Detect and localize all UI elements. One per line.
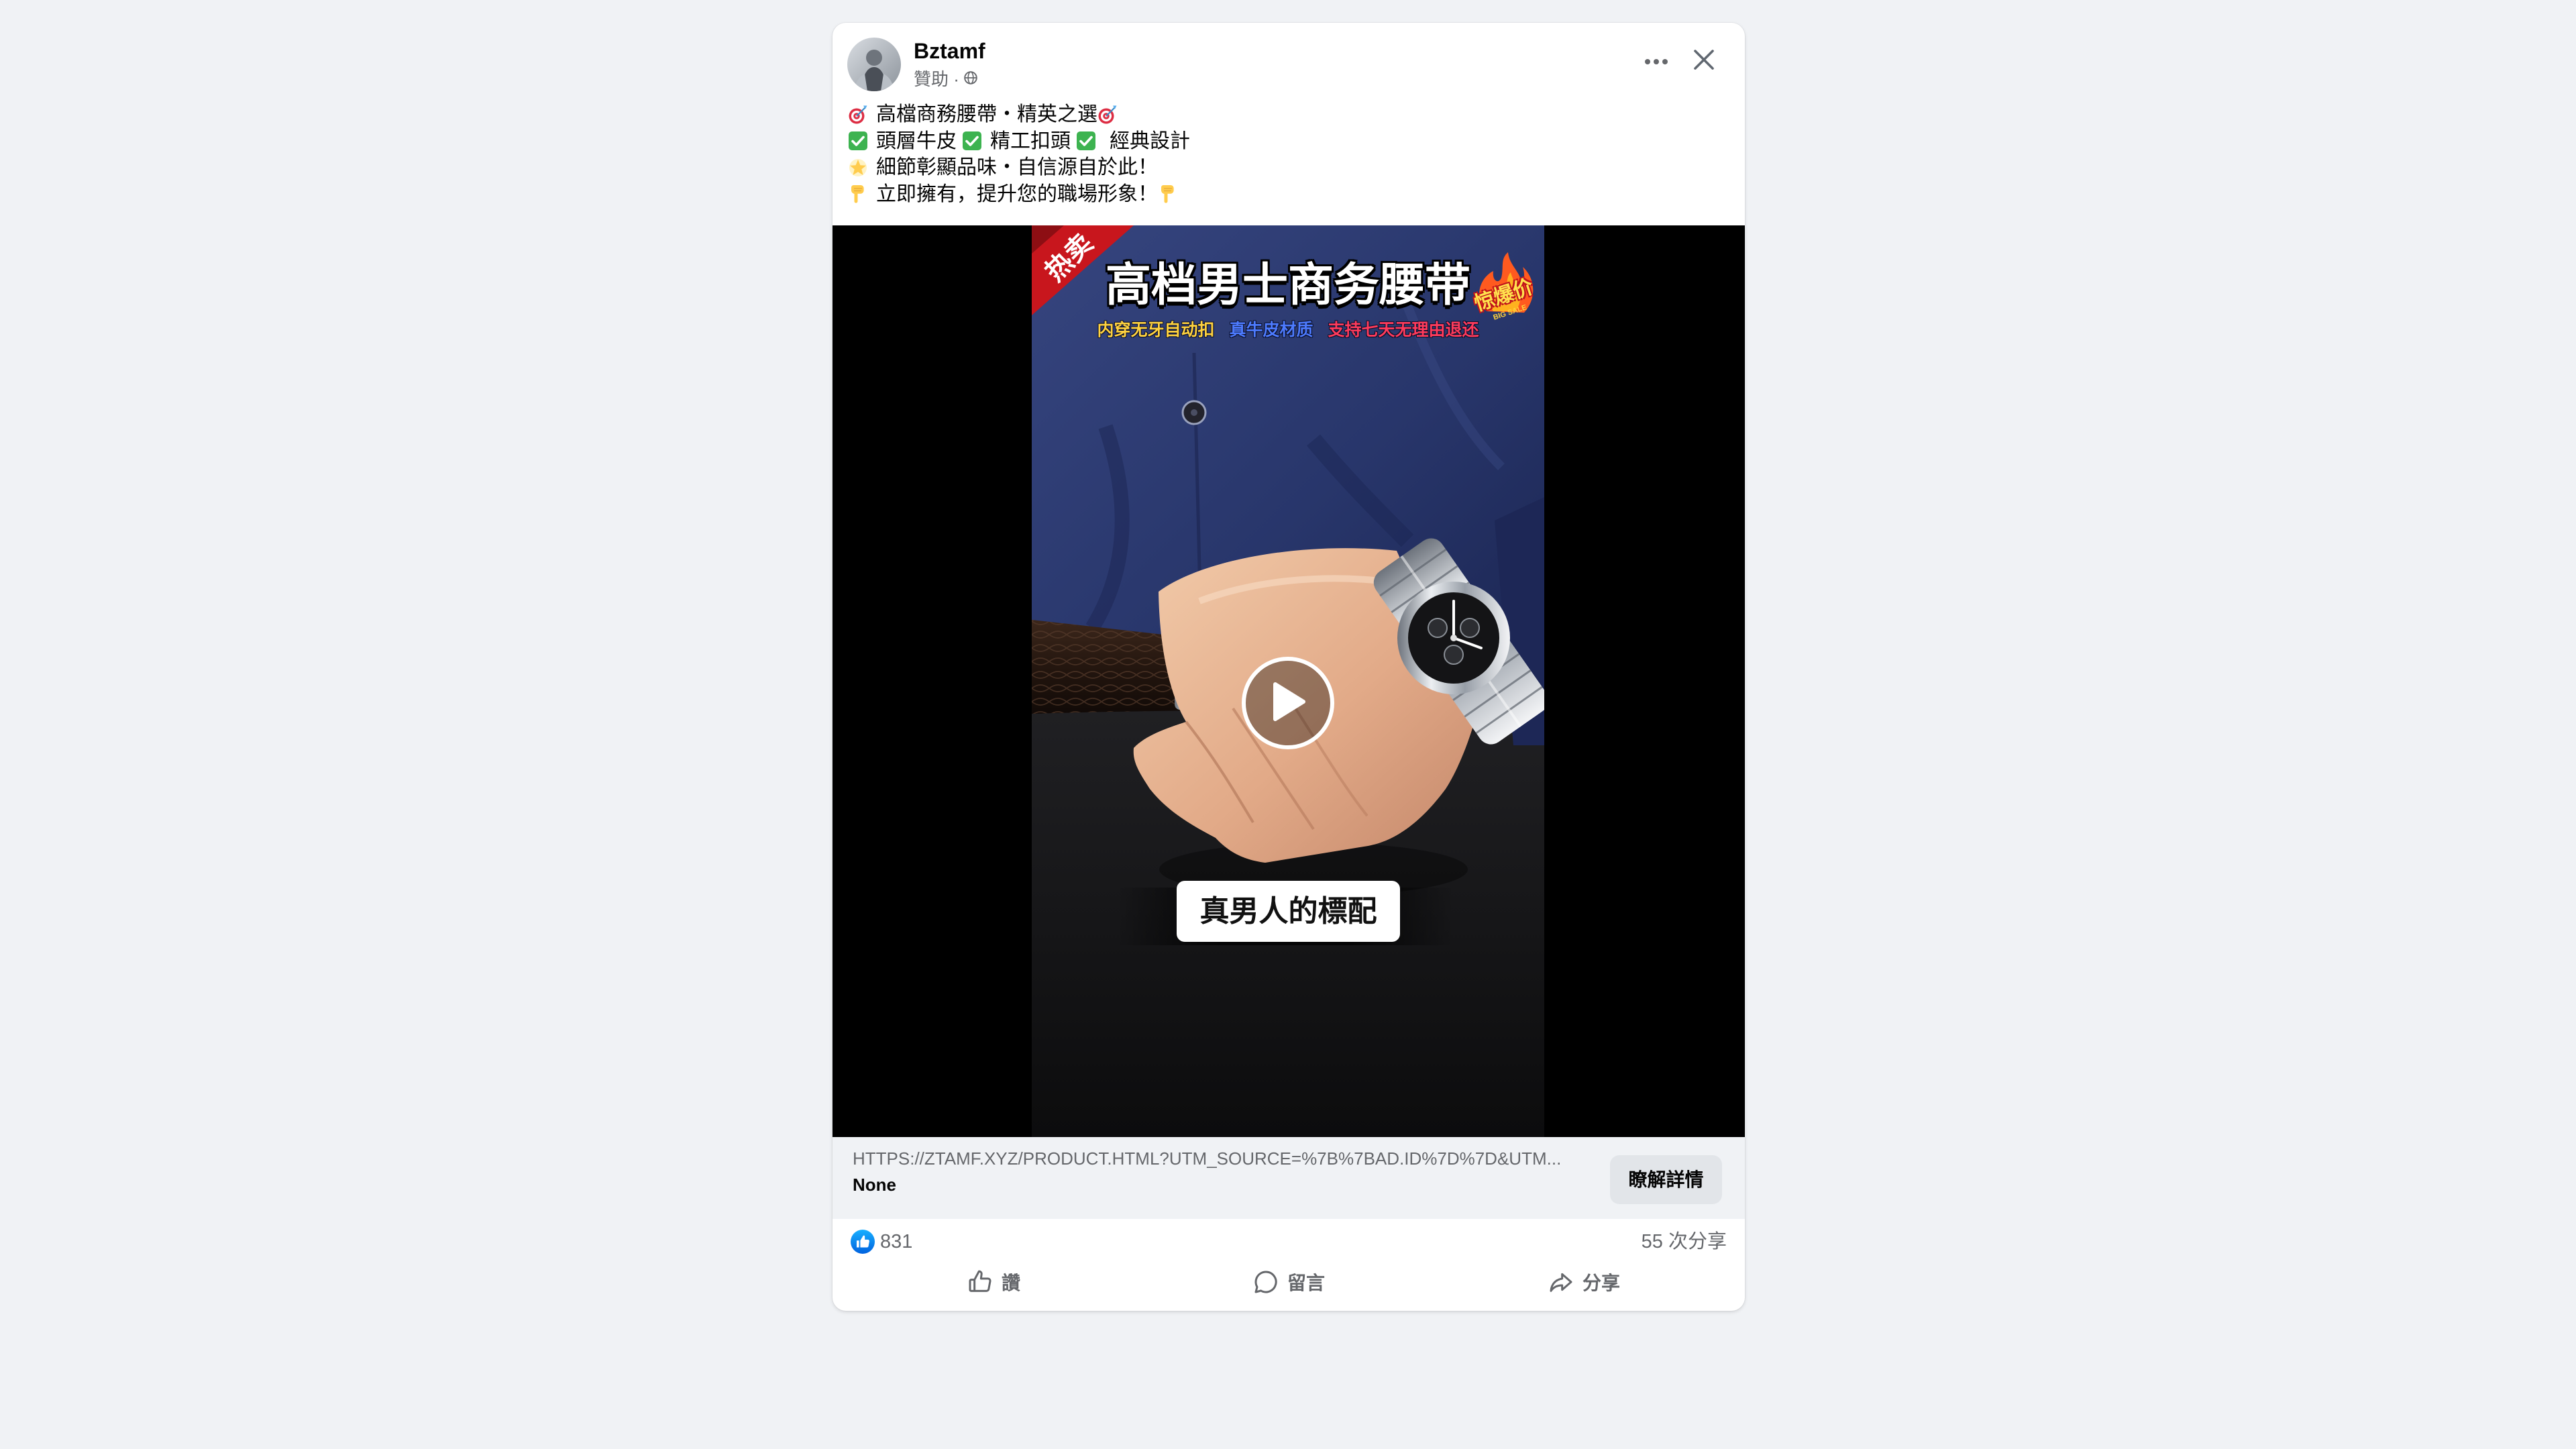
post-line-1: 高檔商務腰帶・精英之選 bbox=[848, 101, 1190, 128]
check-icon bbox=[848, 131, 868, 151]
share-icon bbox=[1548, 1269, 1574, 1299]
engagement-stats: 831 55 次分享 bbox=[833, 1227, 1745, 1256]
pointing-down-icon bbox=[848, 184, 868, 204]
comment-label: 留言 bbox=[1287, 1273, 1325, 1293]
post-line-2: 頭層牛皮 精工扣頭 經典設計 bbox=[848, 128, 1190, 155]
feature-text: 經典設計 bbox=[1110, 129, 1190, 152]
video-feature: 支持七天无理由退还 bbox=[1328, 320, 1479, 339]
video-caption: 真男人的標配 bbox=[1177, 881, 1400, 942]
close-icon bbox=[1693, 49, 1715, 74]
post-line-4: 立即擁有，提升您的職場形象！ bbox=[848, 181, 1190, 208]
link-title: None bbox=[853, 1175, 896, 1195]
like-reaction-icon[interactable] bbox=[851, 1230, 875, 1254]
comment-icon bbox=[1252, 1269, 1279, 1299]
post-line-text: 立即擁有，提升您的職場形象！ bbox=[876, 182, 1158, 205]
link-url: HTTPS://ZTAMF.XYZ/PRODUCT.HTML?UTM_SOURC… bbox=[853, 1148, 1562, 1169]
star-icon bbox=[848, 158, 868, 178]
link-preview[interactable]: HTTPS://ZTAMF.XYZ/PRODUCT.HTML?UTM_SOURC… bbox=[833, 1137, 1745, 1219]
post-meta: 贊助 · bbox=[914, 68, 978, 91]
comment-button[interactable]: 留言 bbox=[1141, 1261, 1436, 1305]
share-label: 分享 bbox=[1582, 1273, 1620, 1293]
action-bar: 讚 留言 分享 bbox=[846, 1261, 1731, 1305]
more-horizontal-icon bbox=[1644, 56, 1668, 68]
video-feature-strip: 内穿无牙自动扣 真牛皮材质 支持七天无理由退还 bbox=[1032, 318, 1544, 342]
watch-face bbox=[1397, 582, 1510, 694]
play-icon bbox=[1270, 682, 1306, 725]
avatar-image bbox=[847, 38, 901, 91]
reaction-count[interactable]: 831 bbox=[880, 1227, 912, 1256]
sponsored-label[interactable]: 贊助 · bbox=[914, 68, 959, 91]
check-icon bbox=[1076, 131, 1096, 151]
video-feature: 内穿无牙自动扣 bbox=[1097, 320, 1215, 339]
globe-icon bbox=[963, 68, 978, 91]
like-label: 讚 bbox=[1001, 1273, 1020, 1293]
post-line-text: 高檔商務腰帶・精英之選 bbox=[876, 103, 1097, 125]
learn-more-button[interactable]: 瞭解詳情 bbox=[1610, 1155, 1722, 1204]
sponsored-post-card: Bztamf 贊助 · 高檔商務腰帶・精英之選 頭層牛皮 精工扣頭 經典設計 細… bbox=[833, 23, 1745, 1311]
pointing-down-icon bbox=[1158, 184, 1178, 204]
target-icon bbox=[848, 105, 868, 125]
avatar[interactable] bbox=[847, 38, 901, 91]
post-line-text: 細節彰顯品味・自信源自於此！ bbox=[876, 156, 1158, 178]
like-button[interactable]: 讚 bbox=[846, 1261, 1141, 1305]
shirt-button-hole bbox=[1191, 409, 1197, 416]
more-options-button[interactable] bbox=[1636, 42, 1676, 83]
target-icon bbox=[1097, 105, 1118, 125]
author-name[interactable]: Bztamf bbox=[914, 38, 985, 64]
video-player[interactable]: 热卖 高档男士商务腰带 惊爆价 BIG SALE 内穿无牙自动扣 真牛皮材质 支… bbox=[833, 225, 1745, 1137]
thumbs-up-icon bbox=[967, 1269, 994, 1299]
close-button[interactable] bbox=[1684, 41, 1724, 81]
check-icon bbox=[962, 131, 982, 151]
share-button[interactable]: 分享 bbox=[1436, 1261, 1731, 1305]
feature-text: 精工扣頭 bbox=[990, 129, 1071, 152]
feature-text: 頭層牛皮 bbox=[876, 129, 957, 152]
video-feature: 真牛皮材质 bbox=[1229, 320, 1313, 339]
post-message: 高檔商務腰帶・精英之選 頭層牛皮 精工扣頭 經典設計 細節彰顯品味・自信源自於此… bbox=[848, 101, 1190, 207]
play-button[interactable] bbox=[1242, 657, 1334, 749]
post-line-3: 細節彰顯品味・自信源自於此！ bbox=[848, 154, 1190, 181]
share-count[interactable]: 55 次分享 bbox=[1642, 1227, 1727, 1256]
